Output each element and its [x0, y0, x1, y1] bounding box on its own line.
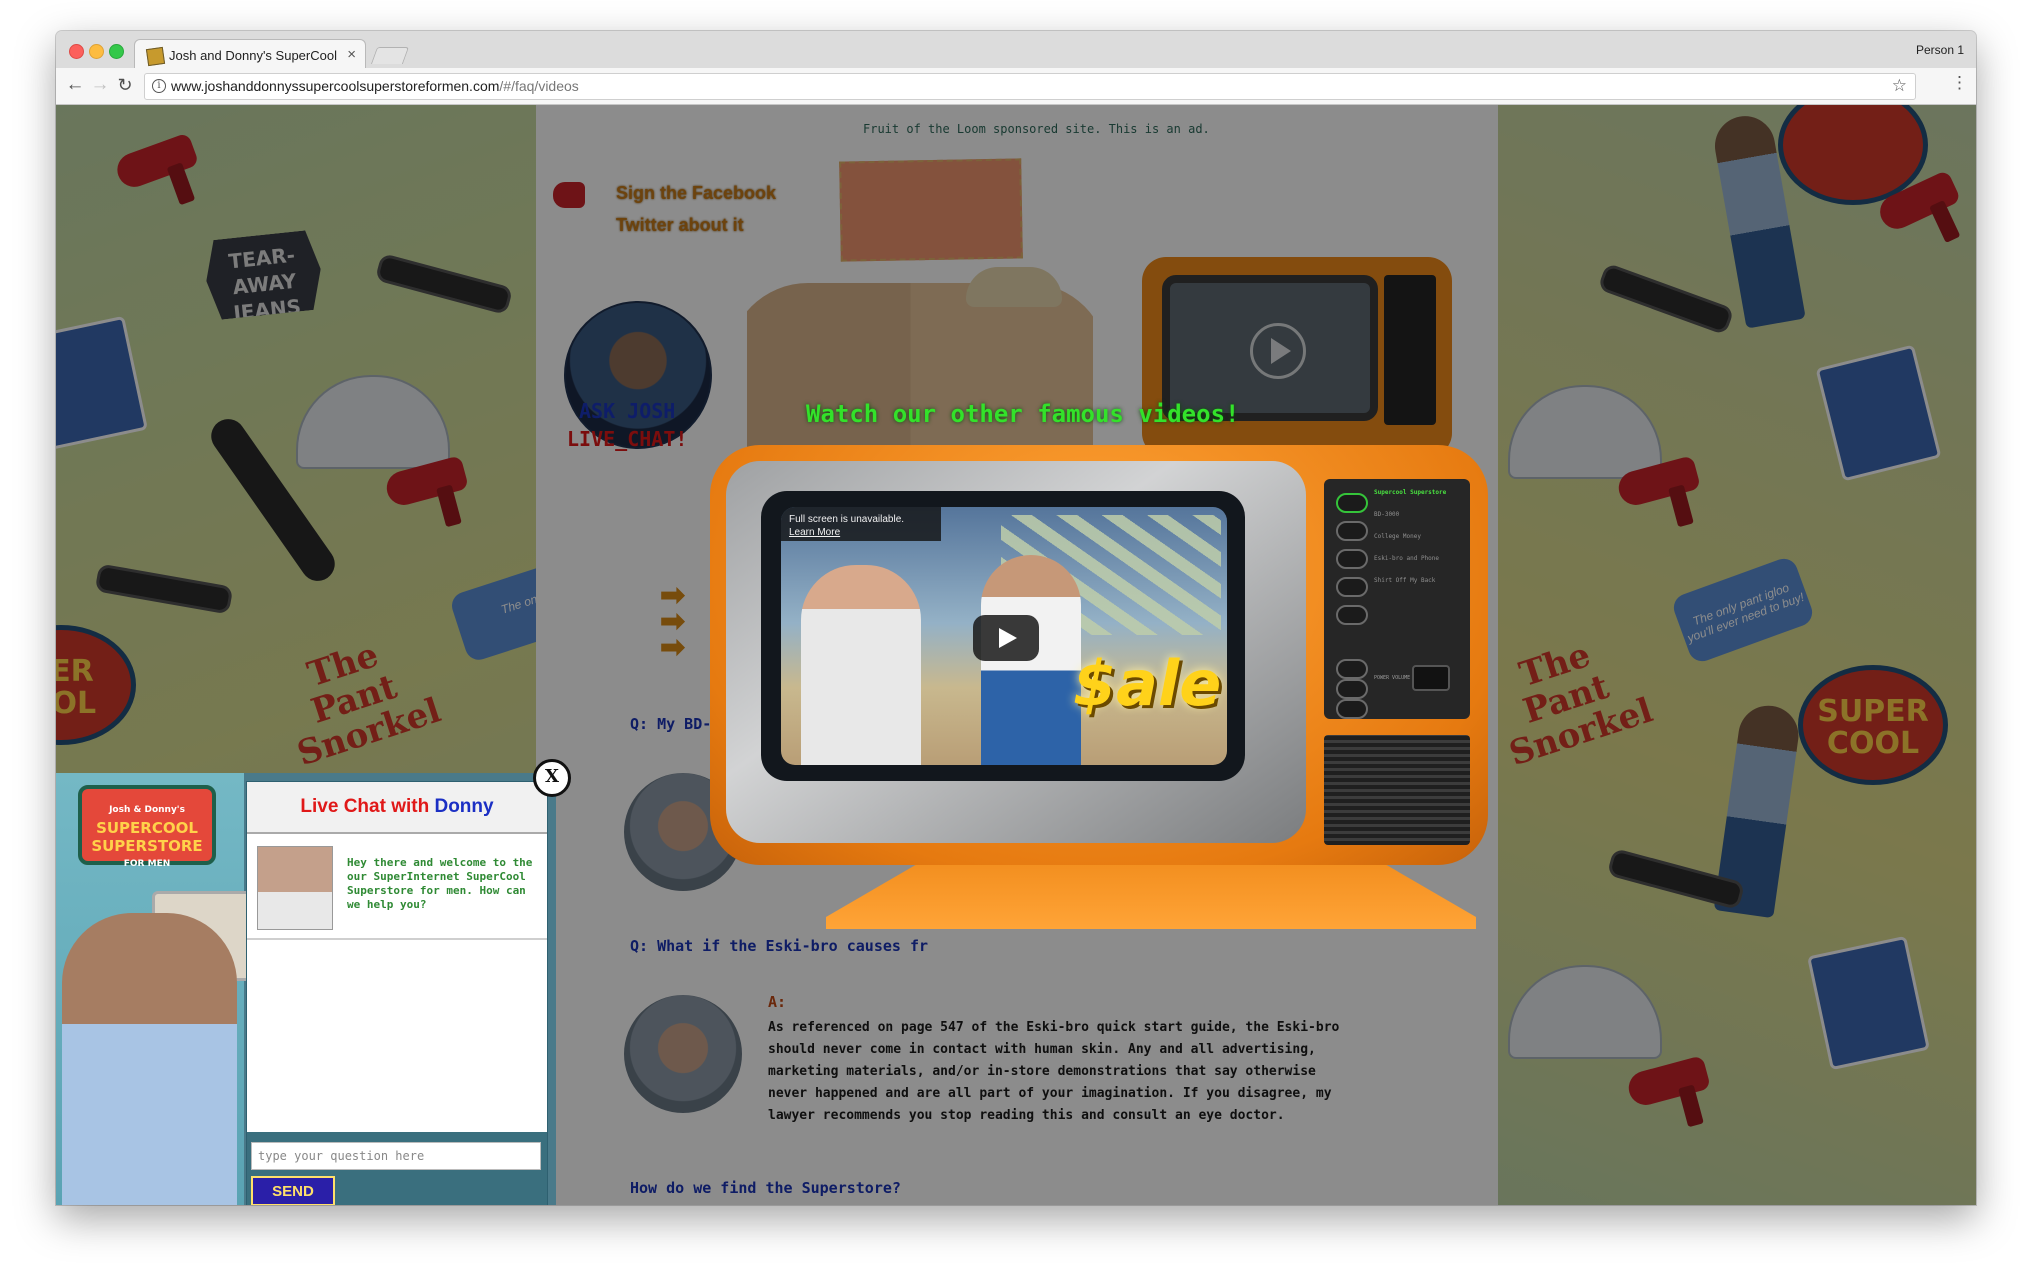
control-knob[interactable] [1336, 699, 1368, 719]
favicon-icon [145, 46, 166, 67]
channel-item[interactable]: BD-3000 [1374, 511, 1454, 519]
channel-item[interactable]: Eski-bro and Phone [1374, 555, 1454, 563]
josh-thumbs-up-photo [62, 913, 237, 1205]
browser-tab[interactable]: Josh and Donny's SuperCool × [134, 39, 366, 70]
power-volume-label: POWER VOLUME [1374, 675, 1411, 681]
channel-knob[interactable] [1336, 605, 1368, 625]
fullscreen-notice: Full screen is unavailable. Learn More [781, 507, 941, 541]
reload-icon[interactable]: ↻ [114, 74, 136, 96]
new-tab-button[interactable] [370, 47, 410, 64]
volume-dial[interactable] [1412, 665, 1450, 691]
control-knob[interactable] [1336, 679, 1368, 699]
chat-welcome-message: Hey there and welcome to the our SuperIn… [347, 856, 533, 911]
tab-close-icon[interactable]: × [347, 46, 356, 63]
profile-button[interactable]: Person 1 [1916, 43, 1964, 57]
chat-question-input[interactable] [251, 1142, 541, 1170]
channel-item[interactable]: College Money [1374, 533, 1454, 541]
channel-knob[interactable] [1336, 493, 1368, 513]
browser-window: Josh and Donny's SuperCool × Person 1 ← … [56, 31, 1976, 1205]
channel-item[interactable]: Supercool Superstore [1374, 489, 1454, 497]
control-knob[interactable] [1336, 659, 1368, 679]
page-viewport: TEAR-AWAY JEANS The on PER OOL The Pant … [56, 105, 1976, 1205]
tv-video-player: $ale Full screen is unavailable. Learn M… [710, 445, 1488, 865]
chat-title: Live Chat with Donny [247, 796, 547, 818]
forward-arrow-icon[interactable]: → [89, 74, 111, 96]
channel-knob[interactable] [1336, 549, 1368, 569]
chat-panel: Live Chat with Donny Hey there and welco… [246, 781, 548, 1205]
browser-menu-icon[interactable]: ⋮ [1951, 73, 1968, 93]
channel-item[interactable]: Shirt Off My Back [1374, 577, 1454, 585]
play-icon[interactable] [973, 615, 1039, 661]
tv-screen: $ale Full screen is unavailable. Learn M… [761, 491, 1245, 781]
video-frame[interactable]: $ale Full screen is unavailable. Learn M… [781, 507, 1227, 765]
supercool-logo: Josh & Donny's SUPERCOOL SUPERSTORE FOR … [78, 785, 216, 869]
channel-panel: Supercool Superstore BD-3000 College Mon… [1324, 479, 1470, 719]
chat-footer: SEND [247, 1132, 547, 1205]
tv-bezel: $ale Full screen is unavailable. Learn M… [726, 461, 1306, 843]
chat-divider [247, 938, 547, 940]
chat-title-prefix: Live Chat with [300, 796, 435, 817]
speaker-grille [1324, 735, 1470, 845]
window-close-button[interactable] [69, 44, 84, 59]
send-button[interactable]: SEND [251, 1176, 335, 1205]
live-chat-widget: Josh & Donny's SUPERCOOL SUPERSTORE FOR … [56, 773, 556, 1205]
channel-knob[interactable] [1336, 521, 1368, 541]
url-path: /#/faq/videos [499, 78, 579, 94]
chat-sidebar: Josh & Donny's SUPERCOOL SUPERSTORE FOR … [56, 773, 254, 1205]
chat-title-name: Donny [434, 796, 494, 817]
logo-main-text: SUPERCOOL SUPERSTORE [91, 819, 203, 855]
logo-sub-text: FOR MEN [123, 859, 171, 869]
back-arrow-icon[interactable]: ← [64, 74, 86, 96]
channel-list: Supercool Superstore BD-3000 College Mon… [1374, 489, 1454, 599]
bookmark-star-icon[interactable]: ☆ [1892, 76, 1907, 96]
address-bar[interactable]: i www.joshanddonnyssupercoolsuperstorefo… [144, 73, 1916, 100]
chat-header: Live Chat with Donny [247, 782, 547, 834]
sale-text: $ale [1073, 647, 1222, 720]
video-cowboy [801, 565, 921, 765]
logo-top-text: Josh & Donny's [109, 805, 185, 815]
site-info-icon[interactable]: i [152, 79, 166, 93]
url-text[interactable]: www.joshanddonnyssupercoolsuperstoreform… [171, 78, 579, 94]
window-maximize-button[interactable] [109, 44, 124, 59]
channel-knob[interactable] [1336, 577, 1368, 597]
window-minimize-button[interactable] [89, 44, 104, 59]
fullscreen-note-text: Full screen is unavailable. [789, 514, 905, 525]
chat-close-button[interactable]: X [533, 759, 571, 797]
donny-avatar [257, 846, 333, 930]
videos-heading: Watch our other famous videos! [806, 400, 1240, 428]
browser-toolbar: ← → ↻ i www.joshanddonnyssupercoolsupers… [56, 68, 1976, 105]
learn-more-link[interactable]: Learn More [789, 526, 941, 539]
title-bar: Josh and Donny's SuperCool × Person 1 [56, 31, 1976, 70]
tab-title: Josh and Donny's SuperCool [169, 48, 337, 63]
url-host: www.joshanddonnyssupercoolsuperstoreform… [171, 78, 500, 94]
